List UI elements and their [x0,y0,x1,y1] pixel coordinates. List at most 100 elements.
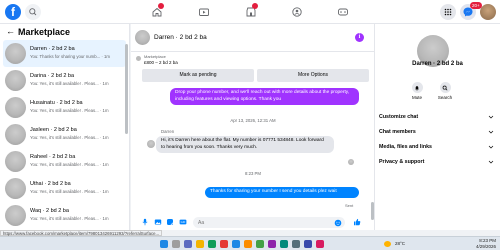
grid-menu-icon [444,8,452,16]
read-receipt-avatar [348,159,354,165]
marketplace-conversations-panel: ← Marketplace Darren · 2 bd 2 ba You: Th… [0,24,130,230]
temperature: 28°C [395,241,406,246]
chevron-down-icon [488,145,494,149]
nav-marketplace[interactable] [245,3,258,18]
avatar [5,178,26,199]
app-icon[interactable] [280,240,288,248]
info-icon[interactable]: i [355,33,364,42]
image-icon [154,219,162,225]
conversation-name: Darina · 2 bd 2 ba [30,73,75,79]
gaming-icon [338,8,348,16]
nav-groups[interactable] [291,6,303,18]
avatar[interactable] [135,30,150,45]
emoji-button[interactable] [334,219,342,227]
more-options-button[interactable]: More Options [257,69,369,82]
conversation-details-panel: Darren · 2 bd 2 ba Mute Search Customize… [375,24,500,230]
row-label: Media, files and links [379,144,432,150]
file-explorer-icon[interactable] [196,240,204,248]
conversation-name: Darren · 2 bd 2 ba [30,46,75,52]
conversations-scrollbar[interactable] [125,44,128,134]
voice-clip-button[interactable] [141,218,149,226]
search-in-conversation-button[interactable]: Search [433,82,457,100]
start-icon[interactable] [160,240,168,248]
chat-header: Darren · 2 bd 2 ba i [131,24,375,52]
clock-date: 4/29/2026 [475,244,496,249]
menu-button[interactable] [440,4,456,20]
conversation-name: Uthai · 2 bd 2 ba [30,181,71,187]
conversation-snippet: You: Yes, it's still available! . Pleas.… [30,81,109,86]
top-navigation-bar: f 20+ [0,0,500,24]
chat-title[interactable]: Darren · 2 bd 2 ba [154,34,207,41]
conversation-item[interactable]: Uthai · 2 bd 2 ba You: Yes, it's still a… [0,175,129,202]
edge-icon[interactable] [232,240,240,248]
chat-members-row[interactable]: Chat members [379,127,496,137]
conversation-item[interactable]: Raheel · 2 bd 2 ba You: Yes, it's still … [0,148,129,175]
conversation-item[interactable]: Waq · 2 bd 2 ba You: Yes, it's still ava… [0,202,129,229]
like-button[interactable] [353,218,361,226]
nav-home[interactable] [151,3,164,18]
profile-avatar[interactable] [480,4,496,20]
app-icon[interactable] [268,240,276,248]
home-badge [158,3,164,9]
bell-icon [411,82,423,93]
app-icon[interactable] [292,240,300,248]
listing-banner[interactable]: Marketplace £800 – 2 bd 2 ba [131,52,375,69]
row-label: Chat members [379,129,416,135]
messenger-button[interactable]: 20+ [460,2,482,20]
windows-taskbar: 28°C 8:23 PM 4/29/2026 [0,236,500,250]
listing-label: Marketplace [144,54,166,59]
attach-image-button[interactable] [154,218,162,226]
microphone-icon [142,218,148,226]
app-icon[interactable] [304,240,312,248]
message-text-field[interactable] [193,217,345,228]
conversation-item[interactable]: Darina · 2 bd 2 ba You: Yes, it's still … [0,67,129,94]
svg-text:GIF: GIF [181,220,186,224]
search-label: Search [437,95,453,100]
weather-icon[interactable] [384,241,391,247]
customize-chat-row[interactable]: Customize chat [379,112,496,122]
thumbs-up-icon [354,218,361,226]
panel-title: Marketplace [18,27,71,37]
gif-button[interactable]: GIF [179,218,187,226]
contact-name: Darren · 2 bd 2 ba [412,61,463,67]
app-icon[interactable] [208,240,216,248]
outgoing-message[interactable]: Thanks for sharing your number I send yo… [205,187,359,198]
conversation-snippet: You: Yes, it's still available! . Pleas.… [30,189,109,194]
conversation-name: Raheel · 2 bd 2 ba [30,154,76,160]
clock[interactable]: 8:23 PM 4/29/2026 [476,238,496,250]
conversation-snippet: You: Yes, it's still available! . Pleas.… [30,162,109,167]
sticker-icon [167,219,174,226]
nav-gaming[interactable] [337,6,349,18]
app-icon[interactable] [316,240,324,248]
search-icon[interactable] [172,240,180,248]
nav-video[interactable] [198,6,210,18]
mute-button[interactable]: Mute [405,82,429,100]
app-icon[interactable] [220,240,228,248]
conversation-item[interactable]: Husainatu · 2 bd 2 ba You: Yes, it's sti… [0,94,129,121]
conversation-snippet: You: Yes, it's still available! . Pleas.… [30,108,109,113]
conversation-item[interactable]: Jasleen · 2 bd 2 ba You: Yes, it's still… [0,121,129,148]
avatar [5,151,26,172]
search-button[interactable] [25,4,41,20]
facebook-logo[interactable]: f [5,4,21,20]
conversation-snippet: You: Yes, it's still available! . Pleas.… [30,216,109,221]
emoji-icon [334,219,342,227]
message-thread: Drop your phone number, and we'll reach … [131,84,375,220]
chrome-icon[interactable] [256,240,264,248]
message-input[interactable] [193,217,345,228]
main-nav [145,0,370,24]
timestamp: 8:23 PM [244,171,261,176]
mark-as-pending-button[interactable]: Mark as pending [142,69,254,82]
outgoing-message[interactable]: Drop your phone number, and we'll reach … [170,88,359,105]
privacy-support-row[interactable]: Privacy & support [379,157,496,167]
sticker-button[interactable] [166,218,174,226]
account-controls: 20+ [440,2,496,20]
sent-status: Sent [345,203,354,208]
back-arrow-icon[interactable]: ← [6,27,15,36]
conversation-name: Husainatu · 2 bd 2 ba [30,100,83,106]
incoming-message[interactable]: Hi, it's Darren here about the flat. My … [156,136,334,153]
conversation-item[interactable]: Darren · 2 bd 2 ba You: Thanks for shari… [3,40,126,67]
app-icon[interactable] [244,240,252,248]
task-view-icon[interactable] [184,240,192,248]
media-files-links-row[interactable]: Media, files and links [379,142,496,152]
